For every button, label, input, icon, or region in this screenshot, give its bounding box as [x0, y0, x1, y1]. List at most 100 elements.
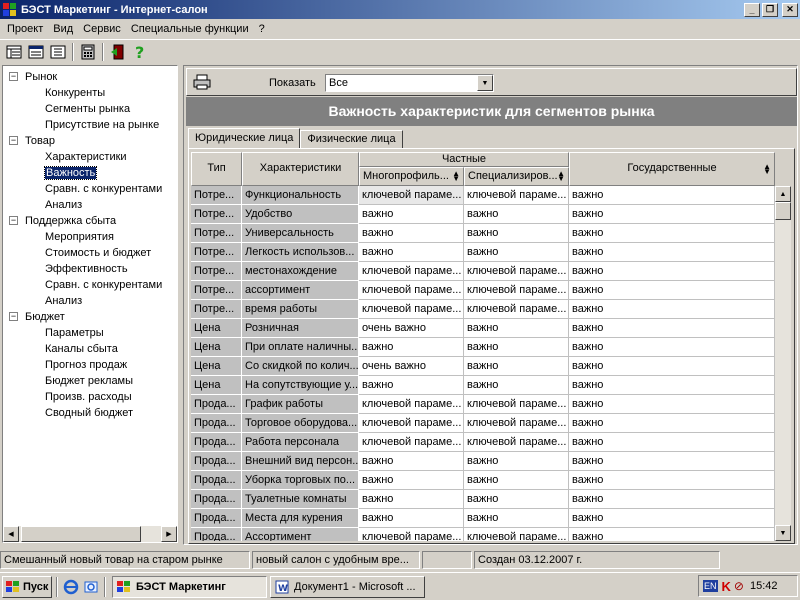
maximize-button[interactable]: ❐ — [762, 2, 778, 17]
table-row[interactable]: Потре... ассортимент ключевой параме... клю… — [191, 281, 775, 300]
ie-icon[interactable] — [61, 577, 81, 597]
cell-multi[interactable]: важно — [359, 490, 464, 509]
cell-multi[interactable]: ключевой параме... — [359, 262, 464, 281]
scroll-left-button[interactable]: ◀ — [3, 526, 19, 542]
menu-view[interactable]: Вид — [48, 23, 78, 35]
network-icon[interactable]: ⊘ — [734, 579, 744, 593]
show-select[interactable]: Все ▼ — [325, 74, 494, 92]
table-row[interactable]: Прода... Места для курения важно важно важно — [191, 509, 775, 528]
tree-horizontal-scrollbar[interactable]: ◀ ▶ — [3, 526, 177, 542]
outlook-icon[interactable] — [81, 577, 101, 597]
table-row[interactable]: Потре... местонахождение ключевой параме..… — [191, 262, 775, 281]
cell-special[interactable]: ключевой параме... — [464, 281, 569, 300]
tree-item[interactable]: Характеристики — [3, 149, 177, 165]
cell-special[interactable]: важно — [464, 224, 569, 243]
cell-multi[interactable]: важно — [359, 338, 464, 357]
task-best-marketing[interactable]: БЭСТ Маркетинг — [112, 575, 267, 598]
table-row[interactable]: Цена Розничная очень важно важно важно — [191, 319, 775, 338]
cell-special[interactable]: важно — [464, 338, 569, 357]
tree-item[interactable]: Прогноз продаж — [3, 357, 177, 373]
cell-state[interactable]: важно — [569, 414, 775, 433]
cell-state[interactable]: важно — [569, 300, 775, 319]
language-indicator[interactable]: EN — [703, 580, 718, 592]
cell-multi[interactable]: ключевой параме... — [359, 433, 464, 452]
cell-state[interactable]: важно — [569, 319, 775, 338]
cell-state[interactable]: важно — [569, 224, 775, 243]
cell-multi[interactable]: ключевой параме... — [359, 300, 464, 319]
cell-special[interactable]: ключевой параме... — [464, 186, 569, 205]
tree-item[interactable]: Важность — [3, 165, 177, 181]
minimize-button[interactable]: _ — [744, 2, 760, 17]
tree-item[interactable]: Конкуренты — [3, 85, 177, 101]
cell-state[interactable]: важно — [569, 262, 775, 281]
layout-1-icon[interactable] — [3, 41, 25, 63]
tree-item[interactable]: Присутствие на рынке — [3, 117, 177, 133]
cell-multi[interactable]: очень важно — [359, 357, 464, 376]
menu-special[interactable]: Специальные функции — [126, 23, 254, 35]
table-row[interactable]: Прода... Ассортимент ключевой параме... клю… — [191, 528, 775, 541]
tree-group[interactable]: − Поддержка сбыта — [3, 213, 177, 229]
tree-item[interactable]: Мероприятия — [3, 229, 177, 245]
cell-multi[interactable]: важно — [359, 452, 464, 471]
scroll-down-button[interactable]: ▼ — [775, 525, 791, 541]
tree-item[interactable]: Сводный бюджет — [3, 405, 177, 421]
cell-state[interactable]: важно — [569, 281, 775, 300]
task-word-document[interactable]: W Документ1 - Microsoft ... — [270, 575, 425, 598]
cell-multi[interactable]: ключевой параме... — [359, 528, 464, 541]
cell-state[interactable]: важно — [569, 490, 775, 509]
cell-state[interactable]: важно — [569, 509, 775, 528]
tree-item[interactable]: Сегменты рынка — [3, 101, 177, 117]
cell-state[interactable]: важно — [569, 357, 775, 376]
cell-special[interactable]: ключевой параме... — [464, 433, 569, 452]
table-row[interactable]: Потре... время работы ключевой параме... кл… — [191, 300, 775, 319]
cell-special[interactable]: ключевой параме... — [464, 262, 569, 281]
table-row[interactable]: Потре... Удобство важно важно важно — [191, 205, 775, 224]
cell-multi[interactable]: ключевой параме... — [359, 281, 464, 300]
scroll-thumb[interactable] — [21, 526, 141, 542]
table-row[interactable]: Прода... Уборка торговых по... важно важно в… — [191, 471, 775, 490]
collapse-icon[interactable]: − — [9, 136, 18, 145]
tab-legal-entities[interactable]: Юридические лица — [188, 128, 301, 148]
cell-special[interactable]: важно — [464, 452, 569, 471]
tree-item[interactable]: Каналы сбыта — [3, 341, 177, 357]
cell-state[interactable]: важно — [569, 376, 775, 395]
cell-special[interactable]: ключевой параме... — [464, 300, 569, 319]
cell-multi[interactable]: важно — [359, 205, 464, 224]
tree-item[interactable]: Стоимость и бюджет — [3, 245, 177, 261]
tab-individuals[interactable]: Физические лица — [300, 130, 403, 148]
table-row[interactable]: Потре... Легкость использов... важно важно в… — [191, 243, 775, 262]
tree-item[interactable]: Параметры — [3, 325, 177, 341]
cell-multi[interactable]: важно — [359, 243, 464, 262]
menu-project[interactable]: Проект — [2, 23, 48, 35]
menu-service[interactable]: Сервис — [78, 23, 126, 35]
cell-special[interactable]: важно — [464, 357, 569, 376]
tree-item[interactable]: Бюджет рекламы — [3, 373, 177, 389]
cell-state[interactable]: важно — [569, 528, 775, 541]
close-button[interactable]: ✕ — [782, 2, 798, 17]
start-button[interactable]: Пуск — [2, 575, 52, 598]
column-header-special[interactable]: Специализиров... ▲ ▼ — [464, 167, 569, 186]
cell-state[interactable]: важно — [569, 338, 775, 357]
scroll-track[interactable] — [19, 526, 161, 542]
cell-multi[interactable]: важно — [359, 471, 464, 490]
exit-icon[interactable] — [107, 41, 129, 63]
cell-state[interactable]: важно — [569, 471, 775, 490]
cell-special[interactable]: важно — [464, 205, 569, 224]
antivirus-icon[interactable]: K — [722, 579, 731, 594]
table-row[interactable]: Цена На сопутствующие у... важно важно важно — [191, 376, 775, 395]
cell-state[interactable]: важно — [569, 395, 775, 414]
printer-icon[interactable] — [191, 72, 213, 92]
tree-item[interactable]: Эффективность — [3, 261, 177, 277]
collapse-icon[interactable]: − — [9, 216, 18, 225]
layout-3-icon[interactable] — [47, 41, 69, 63]
cell-special[interactable]: важно — [464, 490, 569, 509]
navigation-tree[interactable]: − Рынок Конкуренты Сегменты рынка Присутстви… — [2, 65, 178, 543]
table-row[interactable]: Цена Со скидкой по колич... очень важно важ… — [191, 357, 775, 376]
help-icon[interactable]: ? — [129, 41, 151, 63]
scroll-up-button[interactable]: ▲ — [775, 186, 791, 202]
table-row[interactable]: Прода... Работа персонала ключевой параме.… — [191, 433, 775, 452]
cell-special[interactable]: важно — [464, 243, 569, 262]
cell-state[interactable]: важно — [569, 186, 775, 205]
cell-special[interactable]: важно — [464, 471, 569, 490]
table-row[interactable]: Потре... Функциональность ключевой параме.… — [191, 186, 775, 205]
